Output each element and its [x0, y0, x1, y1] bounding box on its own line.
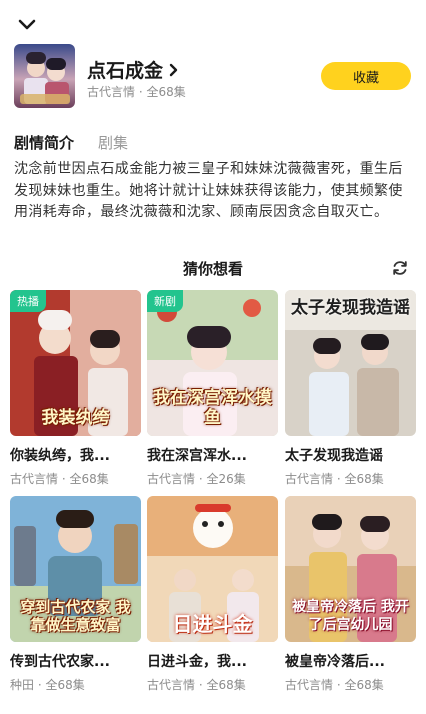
cover-caption: 日进斗金: [172, 612, 253, 636]
card-title: 太子发现我造谣: [285, 448, 383, 464]
recommend-cover: 热播 我装纨绔: [10, 290, 141, 436]
card-meta: 古代言情 · 全68集: [10, 472, 109, 486]
recommend-header: 猜你想看: [0, 256, 426, 280]
drama-title-link[interactable]: 点石成金: [87, 56, 179, 83]
chevron-down-icon: [18, 19, 36, 30]
cover-caption: 我在深宫浑水摸鱼: [153, 388, 272, 428]
detail-tabs: 剧情简介 剧集: [14, 132, 128, 153]
recommend-title: 猜你想看: [182, 260, 243, 278]
recommend-cover: 被皇帝冷落后 我开了后宫幼儿园: [285, 496, 416, 642]
cover-caption: 太子发现我造谣: [291, 298, 410, 318]
card-title: 被皇帝冷落后...: [285, 654, 385, 670]
drama-meta: 古代言情 · 全68集: [87, 85, 186, 99]
top-bar: [0, 0, 426, 40]
card-title: 我在深宫浑水...: [147, 448, 247, 464]
drama-poster[interactable]: [14, 44, 75, 108]
recommend-cover: 新剧 我在深宫浑水摸鱼: [147, 290, 278, 436]
cover-caption: 我装纨绔: [41, 408, 110, 428]
card-title: 传到古代农家...: [10, 654, 110, 670]
drama-title: 点石成金: [87, 60, 164, 82]
recommend-cover: 太子发现我造谣: [285, 290, 416, 436]
badge-hot: 热播: [10, 290, 46, 312]
recommend-card[interactable]: 热播 我装纨绔 你装纨绔，我... 古代言情 · 全68集: [10, 290, 141, 487]
recommend-card[interactable]: 新剧 我在深宫浑水摸鱼 我在深宫浑水... 古代言情 · 全26集: [147, 290, 278, 487]
drama-poster-image: [14, 44, 75, 108]
collect-button[interactable]: 收藏: [321, 62, 411, 90]
tab-episodes[interactable]: 剧集: [98, 132, 128, 153]
card-title: 你装纨绔，我...: [10, 448, 110, 464]
cover-caption: 被皇帝冷落后 我开了后宫幼儿园: [292, 599, 409, 633]
recommend-card[interactable]: 日进斗金 日进斗金，我... 古代言情 · 全68集: [147, 496, 278, 693]
drama-header: 点石成金 古代言情 · 全68集 收藏: [14, 44, 412, 110]
collapse-button[interactable]: [14, 12, 40, 38]
card-meta: 古代言情 · 全26集: [147, 472, 246, 486]
recommend-card[interactable]: 被皇帝冷落后 我开了后宫幼儿园 被皇帝冷落后... 古代言情 · 全68集: [285, 496, 416, 693]
refresh-button[interactable]: [389, 257, 411, 279]
recommend-cover: 日进斗金: [147, 496, 278, 642]
tab-synopsis[interactable]: 剧情简介: [14, 132, 74, 153]
recommend-card[interactable]: 穿到古代农家 我靠做生意致富 传到古代农家... 种田 · 全68集: [10, 496, 141, 693]
card-title: 日进斗金，我...: [147, 654, 247, 670]
synopsis-text: 沈念前世因点石成金能力被三皇子和妹妹沈薇薇害死，重生后发现妹妹也重生。她将计就计…: [14, 161, 403, 220]
recommend-cover: 穿到古代农家 我靠做生意致富: [10, 496, 141, 642]
card-meta: 古代言情 · 全68集: [285, 678, 384, 692]
card-meta: 古代言情 · 全68集: [285, 472, 384, 486]
refresh-icon: [393, 261, 407, 275]
badge-new: 新剧: [147, 290, 183, 312]
recommend-card[interactable]: 太子发现我造谣 太子发现我造谣 古代言情 · 全68集: [285, 290, 416, 487]
cover-caption: 穿到古代农家 我靠做生意致富: [20, 598, 131, 634]
chevron-right-icon: [169, 63, 179, 77]
card-meta: 种田 · 全68集: [10, 678, 85, 692]
card-meta: 古代言情 · 全68集: [147, 678, 246, 692]
